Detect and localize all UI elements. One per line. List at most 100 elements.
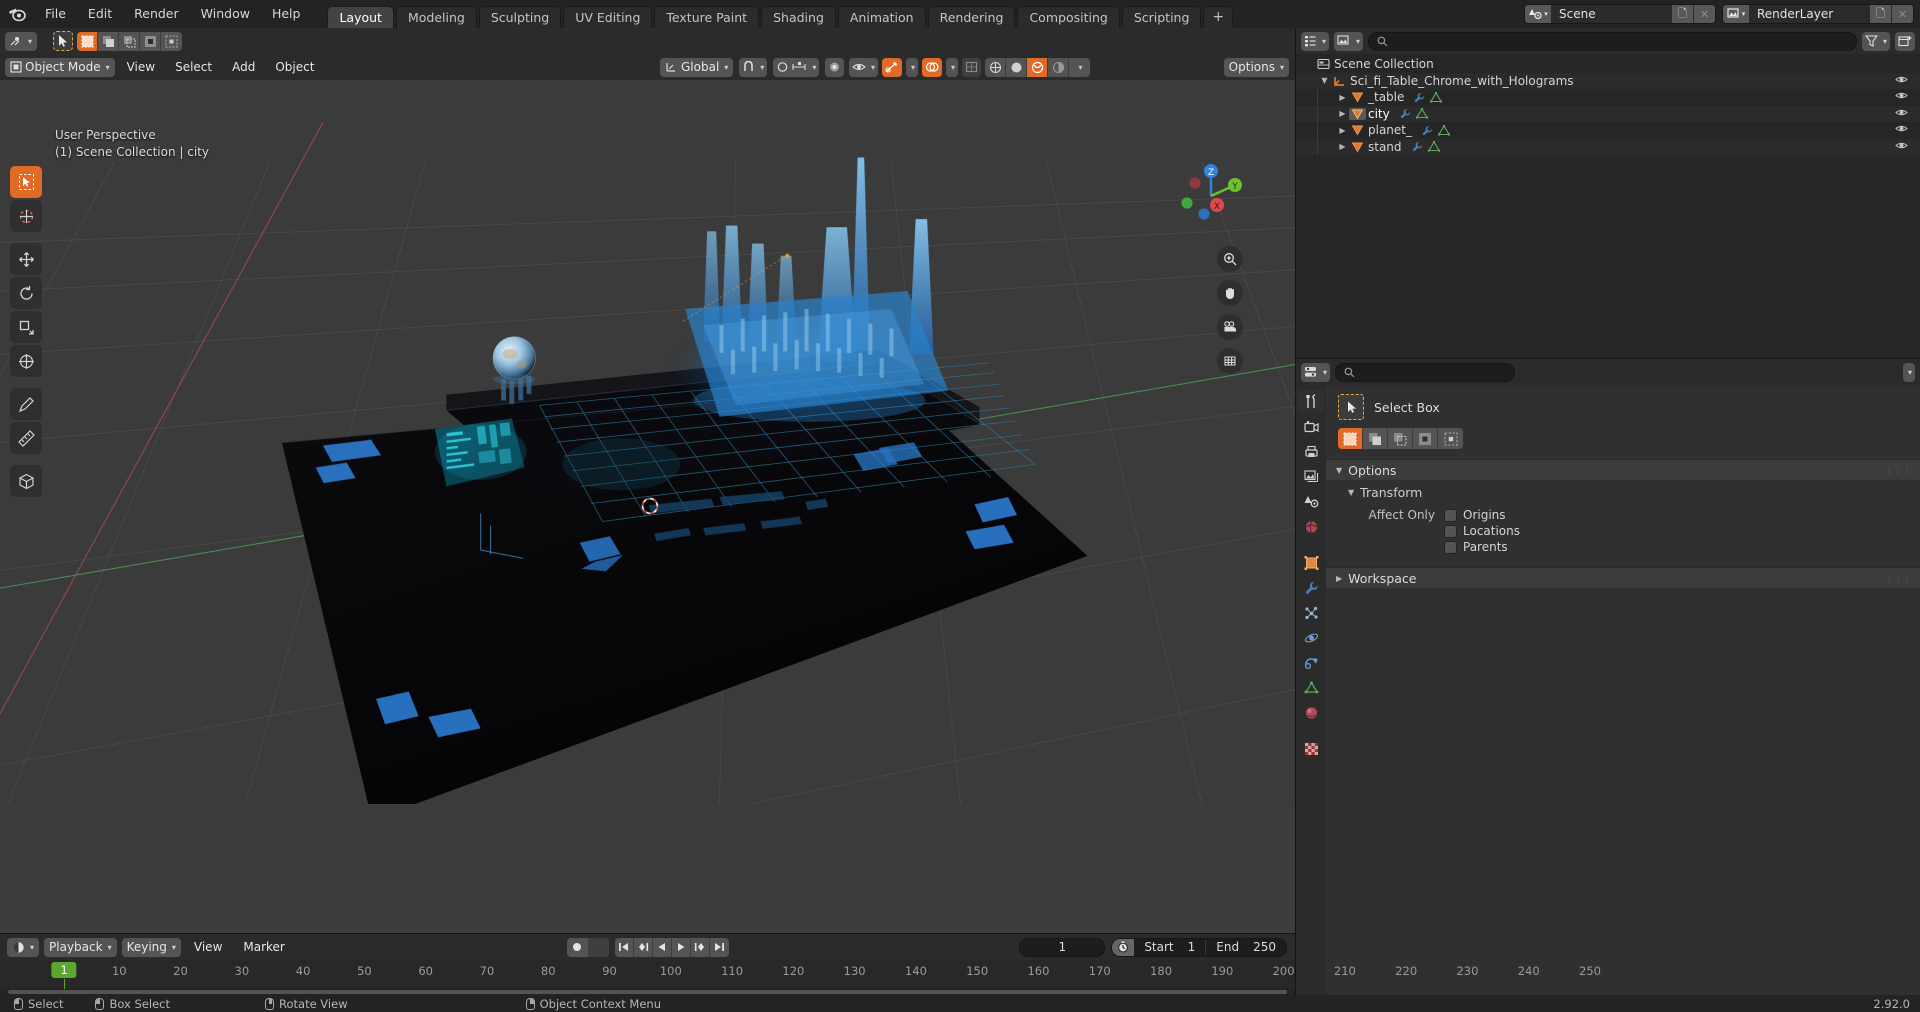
select-mode-buttons[interactable] — [1338, 428, 1463, 449]
tab-layout[interactable]: Layout — [327, 6, 394, 28]
frame-range-field[interactable]: Start 1 End 250 — [1111, 937, 1287, 957]
tool-scale[interactable] — [10, 311, 42, 343]
tab-shading[interactable]: Shading — [761, 6, 836, 28]
tab-modeling[interactable]: Modeling — [395, 6, 477, 28]
tool-transform[interactable] — [10, 345, 42, 377]
properties-tab-scene[interactable] — [1298, 490, 1324, 513]
select-subtract-icon[interactable] — [119, 31, 141, 51]
view-layer-selector[interactable]: ▾ RenderLayer 🗋 ✕ — [1722, 4, 1914, 24]
scene-name[interactable]: Scene — [1551, 5, 1671, 23]
viewport-menu-add[interactable]: Add — [224, 58, 263, 77]
timeline-menu-marker[interactable]: Marker — [235, 938, 292, 957]
navigation-gizmo[interactable]: Z Y X — [1173, 158, 1249, 234]
timeline-scrollbar[interactable] — [8, 990, 1287, 994]
transform-disclosure-icon[interactable]: ▼ — [1348, 488, 1354, 497]
menu-render[interactable]: Render — [123, 0, 190, 28]
outliner-filter-icon[interactable]: ▾ — [1861, 31, 1890, 51]
proportional-edit-button[interactable]: ▾ — [773, 57, 820, 77]
select-box-tool-icon[interactable] — [1338, 394, 1364, 420]
city-visibility-icon[interactable] — [1895, 107, 1908, 121]
properties-tab-texture[interactable] — [1298, 737, 1324, 760]
panel-drag-dots-2[interactable]: ⋮⋮⋮ — [1885, 574, 1912, 583]
overlays-toggle-button[interactable] — [921, 57, 942, 77]
active-tool-tweak-icon[interactable] — [53, 31, 74, 51]
select-intersect-icon[interactable] — [161, 32, 182, 51]
tab-rendering[interactable]: Rendering — [927, 6, 1016, 28]
jump-to-next-keyframe-icon[interactable] — [691, 937, 710, 957]
play-reverse-icon[interactable] — [653, 937, 672, 957]
snap-magnet-button[interactable]: ▾ — [739, 57, 768, 77]
overlays-options-caret[interactable]: ▾ — [945, 57, 958, 77]
properties-tab-material[interactable] — [1298, 701, 1324, 724]
properties-tab-modifiers[interactable] — [1298, 576, 1324, 599]
jump-to-prev-keyframe-icon[interactable] — [634, 937, 653, 957]
view-layer-name[interactable]: RenderLayer — [1749, 5, 1869, 23]
gizmo-toggle-button[interactable] — [881, 57, 902, 77]
panel-options-header[interactable]: ▼ Options ⋮⋮⋮ — [1326, 459, 1920, 480]
planet-disclosure-icon[interactable]: ▶ — [1336, 126, 1349, 135]
timeline-menu-view[interactable]: View — [186, 938, 230, 957]
outliner-new-collection-icon[interactable] — [1895, 31, 1915, 51]
outliner-row-planet[interactable]: ▶ planet_ — [1296, 122, 1920, 139]
tool-tweak-select-box[interactable] — [10, 166, 42, 198]
shading-material-preview-icon[interactable] — [1027, 57, 1048, 77]
playback-controls[interactable] — [614, 937, 729, 957]
viewport-menu-view[interactable]: View — [119, 58, 163, 77]
viewport-menu-select[interactable]: Select — [167, 58, 220, 77]
subpanel-transform-header[interactable]: ▼ Transform — [1326, 480, 1920, 503]
stand-visibility-icon[interactable] — [1895, 140, 1908, 154]
outliner-tree[interactable]: Scene Collection ▼ Sci_fi_Table_Chrome_w… — [1296, 54, 1920, 358]
planet-visibility-icon[interactable] — [1895, 123, 1908, 137]
properties-search-input[interactable] — [1335, 362, 1516, 382]
properties-editor-type-selector[interactable]: ▾ — [1301, 362, 1331, 382]
sci-fi-table-disclosure-icon[interactable]: ▼ — [1318, 76, 1331, 85]
jump-to-end-icon[interactable] — [710, 938, 729, 957]
new-view-layer-button[interactable]: 🗋 — [1869, 5, 1891, 23]
outliner-row-scene-collection[interactable]: Scene Collection — [1296, 56, 1920, 73]
locations-checkbox[interactable] — [1444, 524, 1457, 538]
table-visibility-icon[interactable] — [1895, 90, 1908, 104]
city-disclosure-icon[interactable]: ▶ — [1336, 109, 1349, 118]
table-disclosure-icon[interactable]: ▶ — [1336, 93, 1349, 102]
timeline-menu-keying[interactable]: Keying ▾ — [121, 937, 181, 957]
shading-solid-icon[interactable] — [1006, 57, 1027, 77]
workspace-disclosure-icon[interactable]: ▶ — [1336, 574, 1342, 583]
properties-tab-view-layer[interactable] — [1298, 465, 1324, 488]
3d-viewport[interactable]: User Perspective (1) Scene Collection | … — [0, 80, 1295, 933]
tab-animation[interactable]: Animation — [837, 6, 926, 28]
shading-rendered-icon[interactable] — [1048, 57, 1069, 77]
delete-view-layer-button[interactable]: ✕ — [1891, 5, 1913, 23]
panel-drag-dots[interactable]: ⋮⋮⋮ — [1885, 466, 1912, 475]
timeline-ruler[interactable]: 1 10 20 30 40 50 60 70 80 90 100 110 120 130 140 150 16… — [0, 960, 1601, 995]
gizmo-options-caret[interactable]: ▾ — [905, 57, 918, 77]
end-frame-group[interactable]: End 250 — [1205, 940, 1286, 954]
origins-checkbox-group[interactable]: Origins — [1444, 508, 1506, 522]
properties-tab-particles[interactable] — [1298, 601, 1324, 624]
shading-wireframe-icon[interactable] — [985, 57, 1006, 77]
new-scene-button[interactable]: 🗋 — [1671, 5, 1693, 23]
editor-type-selector[interactable]: ▾ — [5, 31, 38, 51]
properties-tab-constraints[interactable] — [1298, 651, 1324, 674]
select-set-new-button[interactable] — [1338, 428, 1363, 449]
viewport-menu-object[interactable]: Object — [267, 58, 322, 77]
select-mode-group[interactable] — [77, 31, 183, 51]
xray-toggle-button[interactable] — [962, 57, 981, 77]
camera-view-icon[interactable] — [1217, 314, 1243, 340]
tab-uv-editing[interactable]: UV Editing — [563, 6, 653, 28]
select-intersect-button[interactable] — [1438, 428, 1463, 449]
viewport-canvas[interactable] — [0, 80, 1295, 804]
tab-compositing[interactable]: Compositing — [1017, 6, 1120, 28]
pan-hand-icon[interactable] — [1217, 280, 1243, 306]
options-disclosure-icon[interactable]: ▼ — [1336, 466, 1342, 475]
select-set-new-icon[interactable] — [77, 31, 99, 51]
properties-filter-caret[interactable]: ▾ — [1902, 362, 1915, 382]
add-workspace-button[interactable]: + — [1203, 6, 1234, 28]
play-icon[interactable] — [672, 937, 691, 957]
properties-tab-tool[interactable] — [1298, 390, 1324, 413]
current-frame-field[interactable]: 1 — [1019, 937, 1106, 957]
stand-disclosure-icon[interactable]: ▶ — [1336, 142, 1349, 151]
outliner-editor-type-selector[interactable]: ▾ — [1301, 31, 1330, 51]
properties-tab-object[interactable] — [1298, 551, 1324, 574]
locations-checkbox-group[interactable]: Locations — [1444, 524, 1520, 538]
parents-checkbox-group[interactable]: Parents — [1444, 540, 1508, 554]
